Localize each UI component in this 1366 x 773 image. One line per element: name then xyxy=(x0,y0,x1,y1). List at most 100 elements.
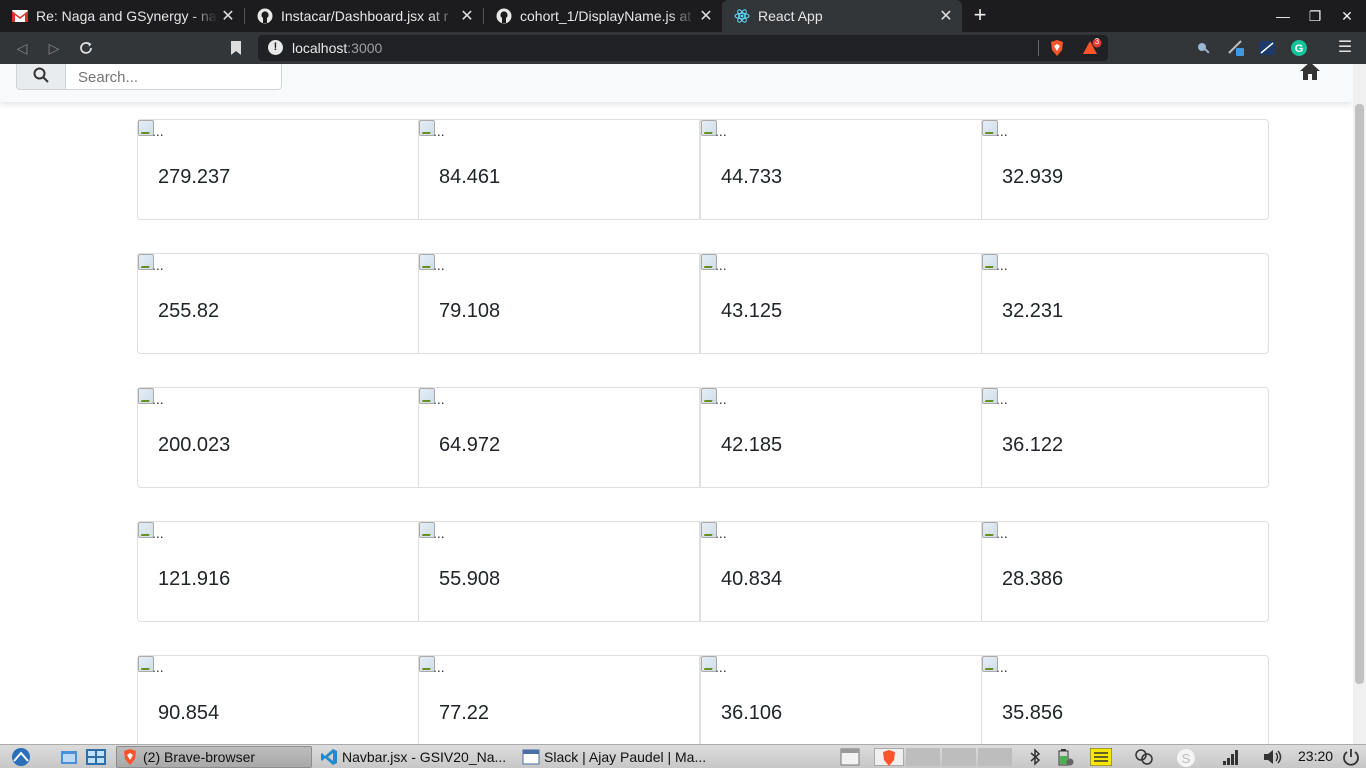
browser-tab-react-app[interactable]: React App ✕ xyxy=(722,0,962,32)
card-value: 43.125 xyxy=(721,300,783,322)
data-card[interactable]: ... 42.185 xyxy=(700,387,982,488)
taskbar-window-slack[interactable]: Slack | Ajay Paudel | Ma... xyxy=(518,746,718,768)
data-card[interactable]: ... 121.916 xyxy=(137,521,419,622)
restore-window-button[interactable]: ❐ xyxy=(1299,0,1331,32)
os-taskbar: (2) Brave-browser Navbar.jsx - GSIV20_Na… xyxy=(0,744,1366,768)
data-card[interactable]: ... 35.856 xyxy=(981,655,1269,744)
card-image: ... xyxy=(138,388,164,407)
vertical-scrollbar[interactable] xyxy=(1353,64,1366,744)
brave-rewards-icon[interactable]: 3 xyxy=(1082,37,1102,57)
extension-icon[interactable] xyxy=(1194,39,1212,57)
gmail-icon xyxy=(12,8,28,24)
broken-image-icon xyxy=(419,522,435,538)
browser-toolbar: ◁ ▷ ! localhost:3000 3 G ☰ xyxy=(0,32,1366,64)
data-card[interactable]: ... 43.125 xyxy=(700,253,982,354)
data-card[interactable]: ... 77.22 xyxy=(418,655,700,744)
card-value: 42.185 xyxy=(721,434,783,456)
card-image: ... xyxy=(982,656,1008,675)
data-card[interactable]: ... 255.82 xyxy=(137,253,419,354)
data-card[interactable]: ... 55.908 xyxy=(418,521,700,622)
data-card[interactable]: ... 90.854 xyxy=(137,655,419,744)
search-button[interactable] xyxy=(16,64,66,90)
broken-image-icon xyxy=(701,254,717,270)
menu-icon[interactable]: ☰ xyxy=(1336,39,1354,57)
forward-button[interactable]: ▷ xyxy=(42,36,66,60)
data-card[interactable]: ... 36.122 xyxy=(981,387,1269,488)
data-card[interactable]: ... 200.023 xyxy=(137,387,419,488)
network-manager-icon[interactable] xyxy=(1134,748,1153,766)
card-value: 84.461 xyxy=(439,166,501,188)
data-card[interactable]: ... 36.106 xyxy=(700,655,982,744)
card-image: ... xyxy=(701,522,727,541)
data-card[interactable]: ... 79.108 xyxy=(418,253,700,354)
react-icon xyxy=(734,8,750,24)
card-image: ... xyxy=(982,388,1008,407)
data-card[interactable]: ... 28.386 xyxy=(981,521,1269,622)
close-tab-icon[interactable]: ✕ xyxy=(936,6,956,26)
card-value: 36.122 xyxy=(1002,434,1064,456)
card-value: 28.386 xyxy=(1002,568,1064,590)
taskbar-window-label: Slack | Ajay Paudel | Ma... xyxy=(544,749,707,765)
minimize-window-button[interactable]: — xyxy=(1267,0,1299,32)
wifi-signal-icon[interactable] xyxy=(1222,748,1240,766)
notes-icon[interactable] xyxy=(1089,747,1113,767)
card-image: ... xyxy=(701,254,727,273)
bookmark-icon[interactable] xyxy=(224,36,248,60)
back-button[interactable]: ◁ xyxy=(10,36,34,60)
terminal-icon[interactable] xyxy=(86,748,106,766)
broken-image-icon xyxy=(138,254,154,270)
window-icon[interactable] xyxy=(840,748,860,766)
browser-tab-displayname[interactable]: cohort_1/DisplayName.js at ✕ xyxy=(484,0,722,32)
data-card[interactable]: ... 40.834 xyxy=(700,521,982,622)
taskbar-clock[interactable]: 23:20 xyxy=(1298,748,1333,764)
volume-icon[interactable] xyxy=(1262,748,1282,766)
close-tab-icon[interactable]: ✕ xyxy=(218,6,238,26)
data-card[interactable]: ... 64.972 xyxy=(418,387,700,488)
grammarly-icon[interactable]: G xyxy=(1290,39,1308,57)
card-image: ... xyxy=(419,388,445,407)
close-tab-icon[interactable]: ✕ xyxy=(457,6,477,26)
data-card[interactable]: ... 44.733 xyxy=(700,119,982,220)
svg-text:G: G xyxy=(1295,43,1304,55)
broken-image-icon xyxy=(419,120,435,136)
card-value: 44.733 xyxy=(721,166,783,188)
start-menu-icon[interactable] xyxy=(10,747,30,766)
card-value: 32.231 xyxy=(1002,300,1064,322)
card-value: 40.834 xyxy=(721,568,783,590)
skype-icon[interactable]: S xyxy=(1176,748,1195,767)
extension-icon[interactable] xyxy=(1258,39,1276,57)
broken-image-icon xyxy=(701,522,717,538)
data-card[interactable]: ... 32.939 xyxy=(981,119,1269,220)
close-tab-icon[interactable]: ✕ xyxy=(696,6,716,26)
card-image: ... xyxy=(138,522,164,541)
broken-image-icon xyxy=(982,120,998,136)
taskbar-window-vscode[interactable]: Navbar.jsx - GSIV20_Na... xyxy=(316,746,516,768)
broken-image-icon xyxy=(419,656,435,672)
browser-tab-dashboard[interactable]: Instacar/Dashboard.jsx at r ✕ xyxy=(245,0,483,32)
brave-icon[interactable] xyxy=(874,748,904,766)
address-bar[interactable]: ! localhost:3000 3 xyxy=(258,35,1108,61)
taskbar-window-brave[interactable]: (2) Brave-browser xyxy=(116,746,312,768)
data-card[interactable]: ... 84.461 xyxy=(418,119,700,220)
broken-image-icon xyxy=(138,388,154,404)
brave-shields-icon[interactable] xyxy=(1048,39,1066,57)
extension-icon[interactable] xyxy=(1227,39,1245,57)
new-tab-button[interactable]: + xyxy=(968,3,992,27)
reload-button[interactable] xyxy=(74,36,98,60)
bluetooth-icon[interactable] xyxy=(1028,748,1046,766)
broken-image-icon xyxy=(419,388,435,404)
home-icon[interactable] xyxy=(1300,64,1320,80)
workspace-1[interactable] xyxy=(906,748,940,766)
data-card[interactable]: ... 32.231 xyxy=(981,253,1269,354)
browser-tab-gmail[interactable]: Re: Naga and GSynergy - na ✕ xyxy=(0,0,244,32)
scrollbar-thumb[interactable] xyxy=(1355,104,1364,684)
workspace-3[interactable] xyxy=(978,748,1012,766)
battery-icon[interactable] xyxy=(1056,748,1074,766)
site-info-icon[interactable]: ! xyxy=(268,40,283,55)
close-window-button[interactable]: ✕ xyxy=(1331,0,1363,32)
power-icon[interactable] xyxy=(1342,748,1360,766)
search-input[interactable] xyxy=(65,64,282,90)
file-manager-icon[interactable] xyxy=(60,748,78,766)
workspace-2[interactable] xyxy=(942,748,976,766)
data-card[interactable]: ... 279.237 xyxy=(137,119,419,220)
